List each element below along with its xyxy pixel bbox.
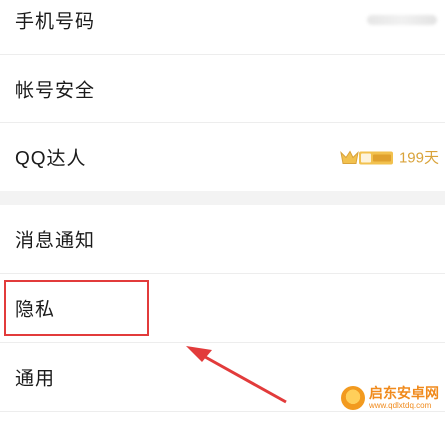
watermark-url: www.qdlxtdq.com: [369, 401, 432, 410]
divider: [0, 411, 445, 412]
settings-item-account-security[interactable]: 帐号安全: [0, 55, 445, 123]
settings-item-phone[interactable]: 手机号码: [0, 0, 445, 54]
privacy-highlight-box: [4, 280, 149, 336]
phone-value-blurred: [367, 15, 437, 25]
watermark: 启东安卓网 www.qdlxtdq.com: [341, 386, 439, 410]
section-gap: [0, 191, 445, 205]
qq-daren-badge: 199天: [339, 147, 439, 168]
qq-daren-days: 199天: [398, 149, 439, 167]
watermark-logo-icon: [341, 386, 365, 410]
crown-icon: [340, 150, 393, 164]
settings-item-qq-daren[interactable]: QQ达人 199天: [0, 123, 445, 191]
settings-item-notifications[interactable]: 消息通知: [0, 205, 445, 273]
settings-item-label: 通用: [15, 368, 56, 390]
settings-item-label: 消息通知: [15, 230, 96, 252]
settings-item-label: QQ达人: [15, 148, 87, 170]
watermark-title: 启东安卓网: [369, 385, 439, 401]
settings-item-label: 帐号安全: [15, 80, 96, 102]
settings-item-label: 手机号码: [15, 11, 96, 33]
